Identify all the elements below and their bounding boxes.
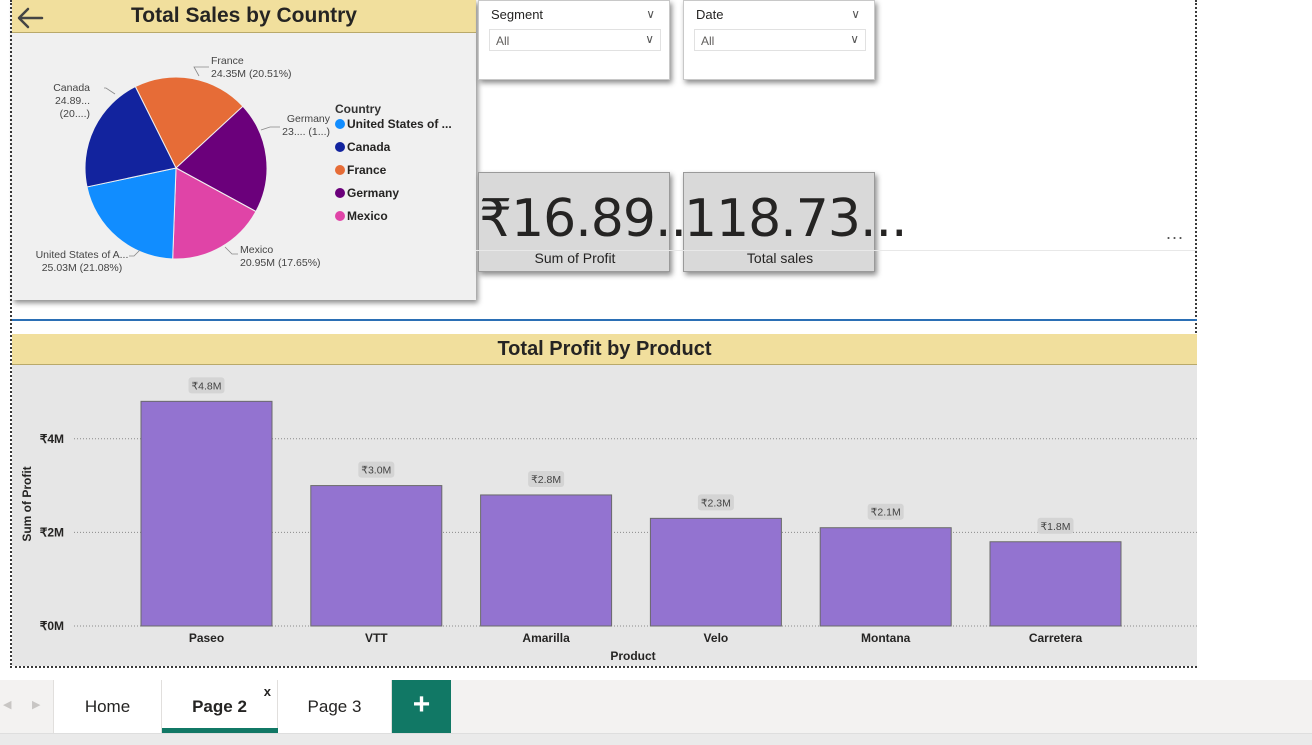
add-page-button[interactable]: + [392, 680, 451, 733]
slice-label-france: France 24.35M (20.51%) [211, 55, 292, 80]
legend-item-germany[interactable]: Germany [335, 185, 452, 201]
card-label: Sum of Profit [534, 250, 616, 266]
total-sales-card[interactable]: 118.73... Total sales [683, 172, 908, 272]
bar-velo[interactable] [649, 517, 782, 627]
legend-dot-icon [335, 119, 345, 129]
data-label: ₹2.1M [871, 507, 901, 519]
more-options-icon[interactable]: ... [1166, 223, 1184, 244]
legend-dot-icon [335, 211, 345, 221]
bar-paseo[interactable] [140, 400, 273, 627]
y-tick-label: ₹2M [40, 525, 64, 539]
slice-label-usa: United States of A... 25.03M (21.08%) [35, 249, 129, 274]
sum-of-profit-card[interactable]: ₹16.89... Sum of Profit [478, 172, 703, 272]
x-tick-label: Amarilla [522, 631, 570, 645]
page-tab-bar: ◀ ▶ Home Page 2 x Page 3 + [0, 680, 1312, 733]
tab-label: Home [84, 697, 131, 716]
slice-label-germany: Germany 23.... (1...) [282, 113, 330, 138]
tab-label: Page 3 [307, 697, 362, 716]
slice-label-canada: Canada 24.89... (20....) [53, 82, 90, 120]
tab-page-3[interactable]: Page 3 [278, 680, 392, 733]
pie-title-band: Total Sales by Country [12, 0, 476, 33]
date-selected-value: All [701, 34, 715, 48]
bar-carretera[interactable] [989, 541, 1122, 627]
x-tick-label: Montana [861, 631, 911, 645]
x-tick-label: VTT [365, 631, 388, 645]
bar-montana[interactable] [819, 527, 952, 627]
legend-dot-icon [335, 165, 345, 175]
chevron-down-icon[interactable]: ∨ [646, 7, 655, 21]
segment-slicer-title: Segment [491, 7, 544, 22]
bar-vtt[interactable] [310, 485, 443, 627]
data-label: ₹2.8M [531, 474, 561, 486]
x-tick-label: Carretera [1029, 631, 1083, 645]
bar-title-band: Total Profit by Product [12, 334, 1197, 365]
data-label: ₹4.8M [191, 380, 221, 392]
back-arrow-icon[interactable] [14, 4, 46, 32]
tab-label: Page 2 [192, 697, 247, 716]
legend-dot-icon [335, 188, 345, 198]
tab-page-2[interactable]: Page 2 x [162, 680, 278, 733]
chevron-down-icon[interactable]: ∨ [645, 32, 654, 46]
legend-dot-icon [335, 142, 345, 152]
pie-legend: Country United States of ... Canada Fran… [335, 102, 452, 224]
chevron-down-icon[interactable]: ∨ [851, 7, 860, 21]
legend-title: Country [335, 102, 381, 116]
legend-item-mexico[interactable]: Mexico [335, 208, 452, 224]
card-value: 118.73... [684, 189, 908, 249]
bar-amarilla[interactable] [480, 494, 613, 627]
bar-chart-title: Total Profit by Product [497, 338, 712, 360]
section-divider [12, 319, 1197, 321]
scroll-left-icon[interactable]: ◀ [3, 698, 11, 711]
slice-label-mexico: Mexico 20.95M (17.65%) [240, 244, 321, 269]
data-label: ₹1.8M [1040, 521, 1070, 533]
gridline-overlay [476, 250, 1197, 251]
close-tab-icon[interactable]: x [264, 684, 271, 699]
x-tick-label: Paseo [189, 631, 224, 645]
segment-slicer[interactable]: Segment ∨ All ∨ [478, 0, 670, 80]
legend-item-canada[interactable]: Canada [335, 139, 452, 155]
y-tick-label: ₹4M [40, 432, 64, 446]
profit-by-product-visual[interactable]: Total Profit by Product ₹0M ₹2M ₹4M Sum of … [12, 334, 1197, 666]
data-label: ₹3.0M [361, 465, 391, 477]
card-value: ₹16.89... [479, 189, 703, 249]
card-label: Total sales [746, 250, 814, 266]
segment-selected-value: All [496, 34, 510, 48]
bar-chart: ₹0M ₹2M ₹4M Sum of Profit Product ₹4.8M Paseo ₹… [20, 377, 1197, 663]
status-strip [0, 733, 1312, 745]
tab-home[interactable]: Home [53, 680, 162, 733]
y-tick-label: ₹0M [40, 619, 64, 633]
chevron-down-icon[interactable]: ∨ [850, 32, 859, 46]
date-dropdown[interactable]: All ∨ [694, 29, 866, 51]
legend-item-usa[interactable]: United States of ... [335, 116, 452, 132]
x-tick-label: Velo [704, 631, 729, 645]
scroll-right-icon[interactable]: ▶ [32, 698, 40, 711]
pie-slices [84, 76, 268, 260]
date-slicer-title: Date [696, 7, 724, 22]
sales-by-country-visual[interactable]: Total Sales by Country France 24.35M (20… [12, 0, 476, 300]
pie-chart-title: Total Sales by Country [131, 4, 357, 27]
y-axis-title: Sum of Profit [20, 466, 34, 541]
x-axis-title: Product [610, 649, 655, 663]
legend-item-france[interactable]: France [335, 162, 452, 178]
date-slicer[interactable]: Date ∨ All ∨ [683, 0, 875, 80]
segment-dropdown[interactable]: All ∨ [489, 29, 661, 51]
data-label: ₹2.3M [701, 497, 731, 509]
